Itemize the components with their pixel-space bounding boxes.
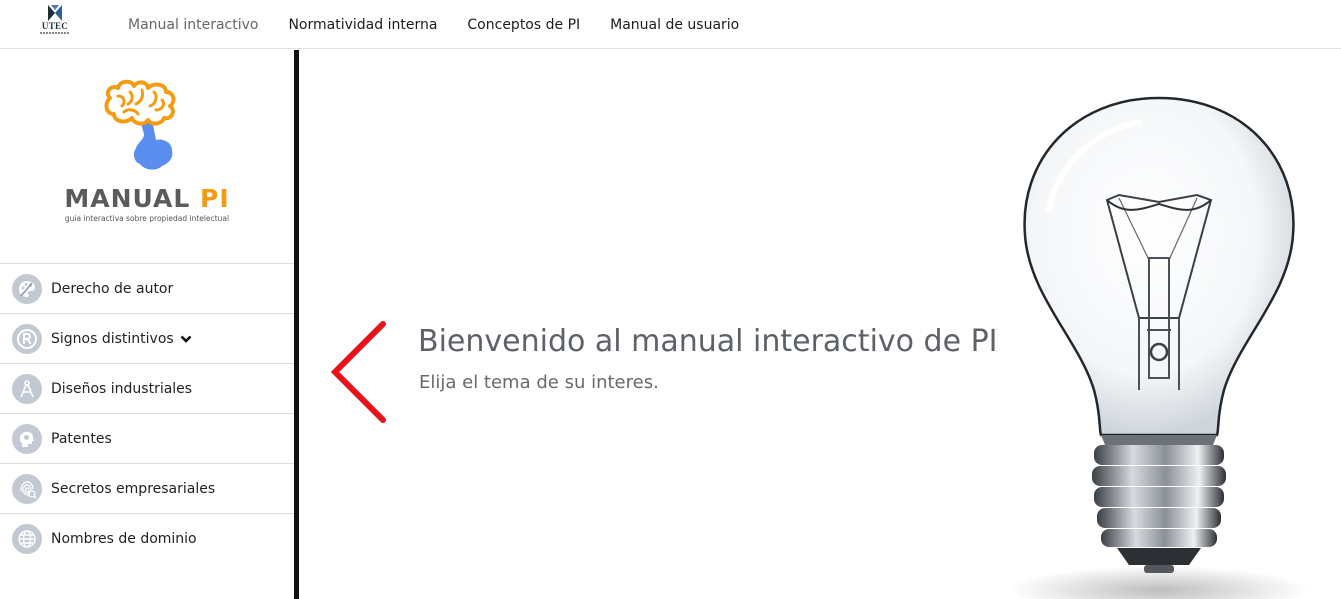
- compass-icon: [12, 373, 42, 404]
- sidebar-item-derecho-de-autor[interactable]: Derecho de autor: [0, 264, 294, 314]
- nav-manual-de-usuario[interactable]: Manual de usuario: [595, 17, 754, 33]
- chevron-down-icon[interactable]: [180, 334, 192, 344]
- sidebar-item-label: Diseños industriales: [51, 380, 193, 397]
- sidebar-item-nombres-de-dominio[interactable]: Nombres de dominio: [0, 514, 294, 564]
- welcome-title: Bienvenido al manual interactivo de PI: [418, 324, 998, 359]
- sidebar-menu: Derecho de autor Signos distintivos Dise…: [0, 263, 294, 564]
- nav-conceptos-de-pi[interactable]: Conceptos de PI: [452, 17, 595, 33]
- sidebar-item-label: Derecho de autor: [51, 280, 174, 297]
- sidebar-item-label: Secretos empresariales: [51, 480, 216, 497]
- welcome-subtitle: Elija el tema de su interes.: [419, 372, 659, 393]
- sidebar-item-secretos-empresariales[interactable]: Secretos empresariales: [0, 464, 294, 514]
- registered-icon: [12, 323, 42, 354]
- brand-title-accent: PI: [200, 184, 230, 213]
- palette-icon: [12, 273, 42, 304]
- nav-manual-interactivo[interactable]: Manual interactivo: [113, 17, 273, 33]
- sidebar: MANUAL PI guia interactiva sobre propied…: [0, 50, 294, 599]
- brand-block: MANUAL PI guia interactiva sobre propied…: [0, 50, 294, 263]
- lightbulb-head-icon: [12, 423, 42, 454]
- fingerprint-icon: [12, 473, 42, 504]
- utec-emblem-icon: [48, 5, 62, 21]
- brain-lightbulb-logo-icon: [104, 79, 176, 170]
- brand-subtitle: guia interactiva sobre propiedad intelec…: [64, 214, 230, 223]
- sidebar-item-patentes[interactable]: Patentes: [0, 414, 294, 464]
- brand-title: MANUAL PI: [0, 184, 294, 213]
- brand-title-main: MANUAL: [64, 184, 201, 213]
- utec-logo-tagline: [40, 32, 70, 34]
- sidebar-item-label: Nombres de dominio: [51, 531, 197, 547]
- sidebar-item-disenos-industriales[interactable]: Diseños industriales: [0, 364, 294, 414]
- sidebar-item-signos-distintivos[interactable]: Signos distintivos: [0, 314, 294, 364]
- nav-normatividad-interna[interactable]: Normatividad interna: [273, 17, 452, 33]
- utec-logo[interactable]: UTEC: [34, 4, 76, 44]
- utec-logo-text: UTEC: [41, 21, 69, 31]
- top-navbar: UTEC Manual interactivo Normatividad int…: [0, 0, 1341, 49]
- main-content: Bienvenido al manual interactivo de PI E…: [299, 50, 1341, 599]
- sidebar-item-label: Patentes: [51, 430, 112, 447]
- chevron-left-icon[interactable]: [329, 320, 389, 424]
- globe-icon: [12, 524, 42, 554]
- sidebar-item-label: Signos distintivos: [51, 330, 174, 347]
- main-nav: Manual interactivo Normatividad interna …: [113, 0, 754, 49]
- lightbulb-illustration: [1009, 96, 1309, 599]
